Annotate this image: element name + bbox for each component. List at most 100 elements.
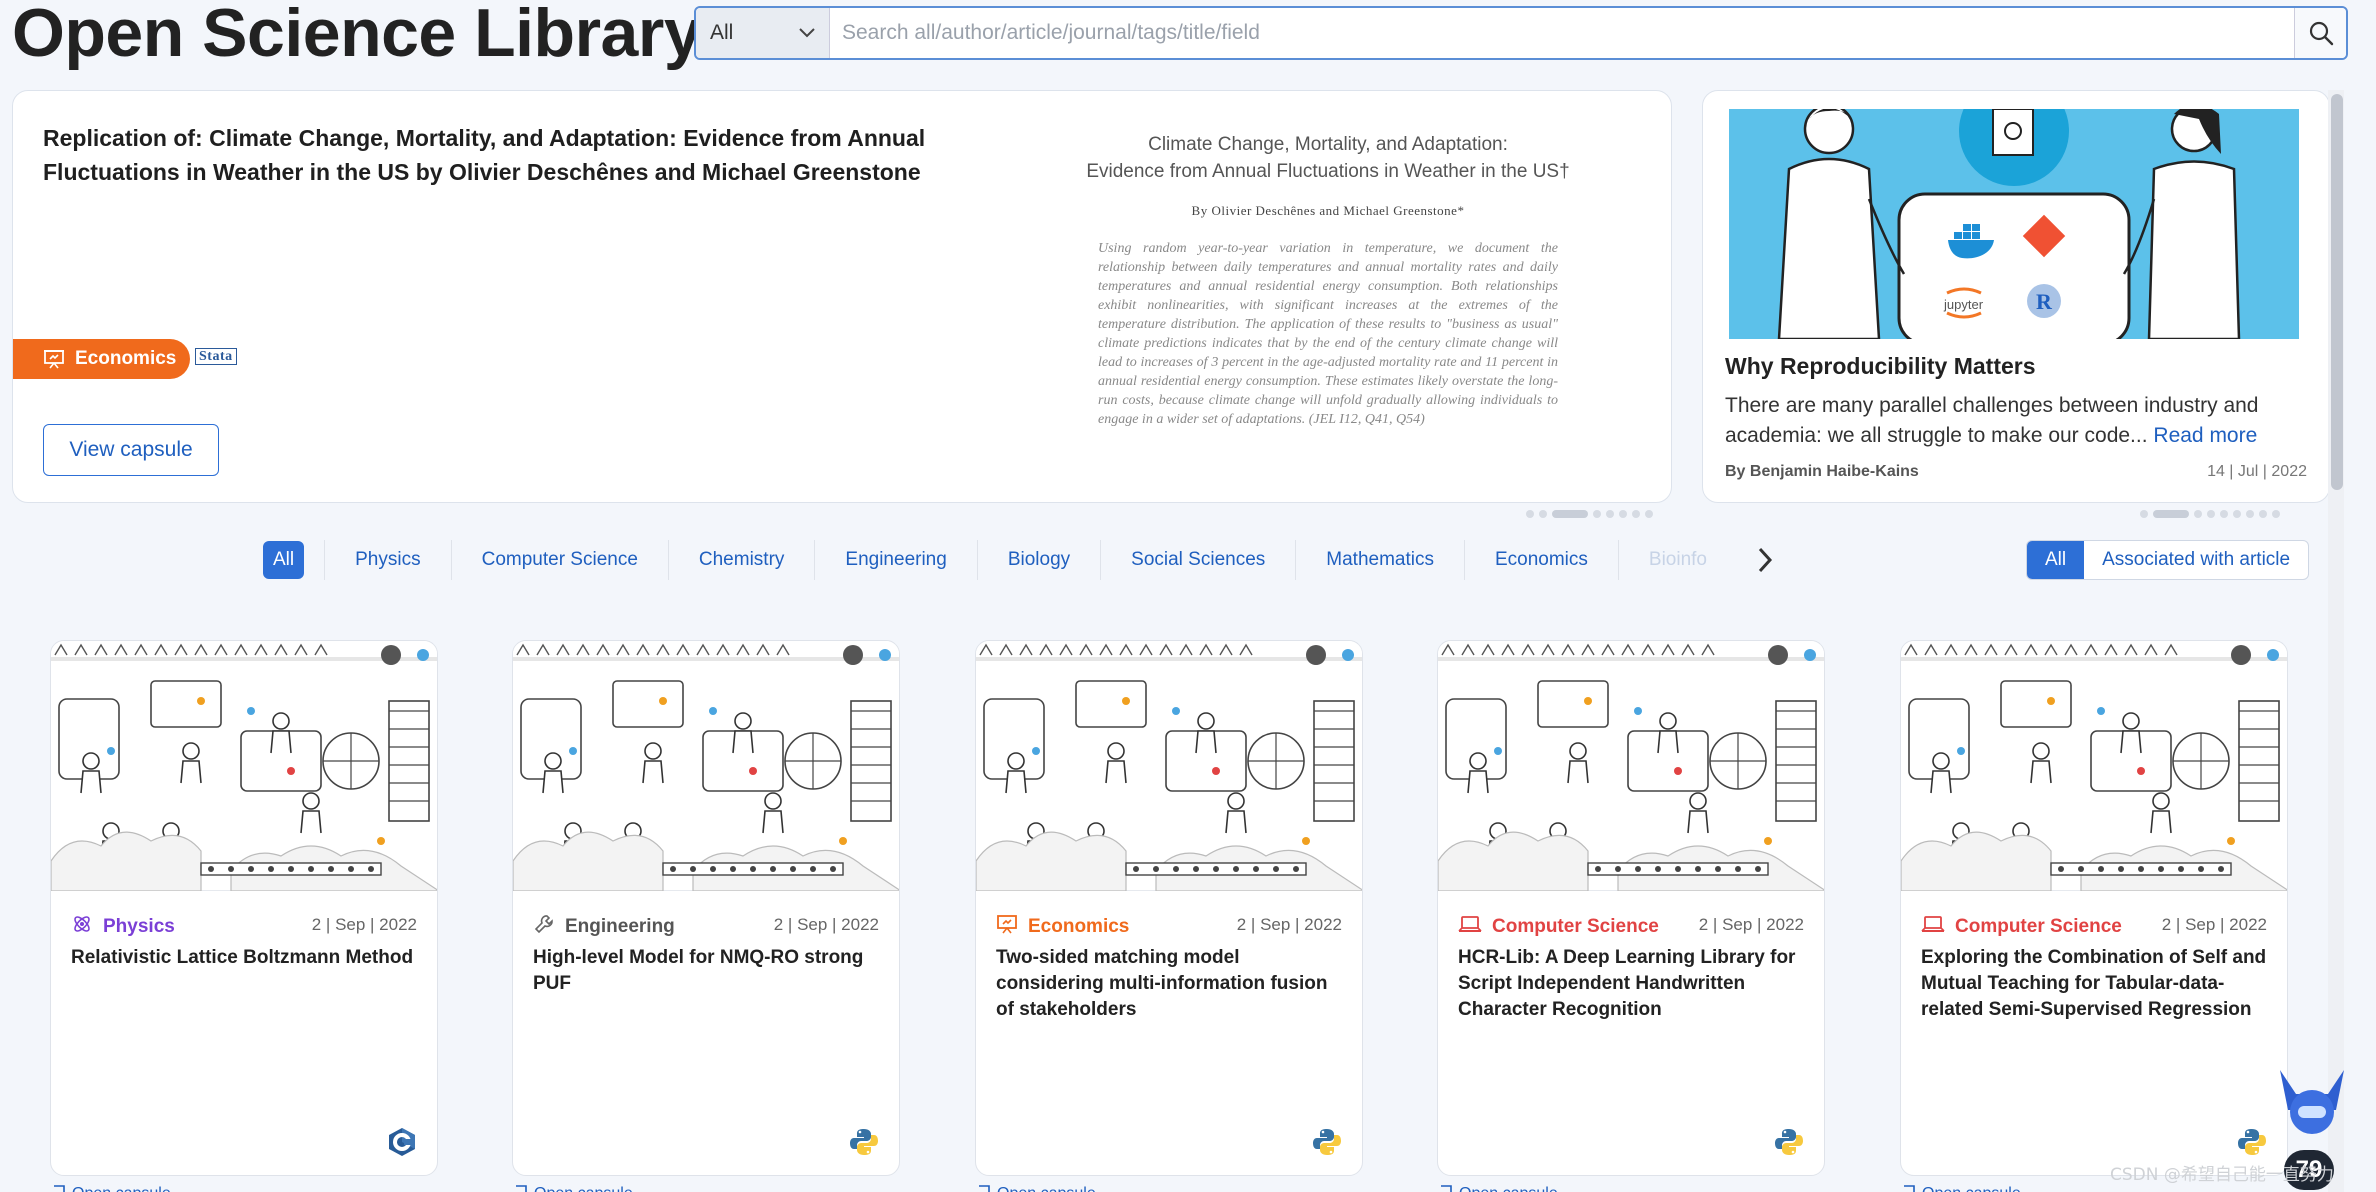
watermark: CSDN @希望自己能一直努力 [2110,1165,2334,1185]
tab-mathematics[interactable]: Mathematics [1295,540,1464,580]
capsule-title[interactable]: Exploring the Combination of Self and Mu… [1921,945,2271,1023]
search-scope-value: All [710,21,734,44]
capsule-card[interactable]: Computer Science 2 | Sep | 2022 HCR-Lib: A… [1437,640,1825,1176]
blog-title[interactable]: Why Reproducibility Matters [1725,353,2036,380]
tab-bioinformatics[interactable]: Bioinfo [1617,540,1707,580]
open-capsule-link[interactable]: Open capsule [52,1184,171,1192]
carousel-dot[interactable] [1619,510,1627,518]
search-scope-select[interactable]: All [696,8,830,58]
atom-icon [71,913,93,941]
chevron-right-icon[interactable] [1756,546,1774,574]
paper-authors: By Olivier Deschênes and Michael Greenst… [1191,203,1465,218]
tab-engineering[interactable]: Engineering [814,540,976,580]
external-link-icon [1439,1184,1453,1192]
external-link-icon [514,1184,528,1192]
tab-chemistry[interactable]: Chemistry [667,540,815,580]
capsule-illustration [1438,641,1824,892]
external-link-icon [52,1184,66,1192]
featured-title[interactable]: Replication of: Climate Change, Mortalit… [43,121,993,189]
capsule-illustration [1901,641,2287,892]
capsule-illustration [976,641,1362,892]
c-icon [387,1127,417,1157]
carousel-dot[interactable] [1526,510,1534,518]
featured-field-label: Economics [75,348,177,369]
featured-field-tag: Economics [13,339,191,379]
stata-logo: Stata [195,348,237,365]
carousel-dot[interactable] [2194,510,2202,518]
capsule-field: Computer Science [1458,913,1659,941]
capsule-title[interactable]: HCR-Lib: A Deep Learning Library for Scr… [1458,945,1808,1023]
carousel-dot[interactable] [2207,510,2215,518]
search-input[interactable] [830,8,2294,58]
tab-computer-science[interactable]: Computer Science [450,540,668,580]
carousel-dot[interactable] [1645,510,1653,518]
scrollbar-thumb[interactable] [2331,94,2343,490]
view-capsule-button[interactable]: View capsule [43,424,219,476]
tab-social-sciences[interactable]: Social Sciences [1100,540,1295,580]
featured-capsule: Replication of: Climate Change, Mortalit… [12,90,1672,503]
search-icon [2309,21,2333,46]
capsule-card[interactable]: Physics 2 | Sep | 2022 Relativistic Lattic… [50,640,438,1176]
open-capsule-label: Open capsule [1922,1185,2021,1192]
paper-preview: Climate Change, Mortality, and Adaptatio… [1058,131,1598,491]
carousel-dot[interactable] [1632,510,1640,518]
blog-date: 14 | Jul | 2022 [2207,463,2307,480]
tab-all[interactable]: All [263,541,305,579]
capsule-title[interactable]: Relativistic Lattice Boltzmann Method [71,945,421,971]
capsule-field: Engineering [533,913,675,941]
blog-author: By Benjamin Haibe-Kains [1725,463,1919,480]
capsule-illustration [513,641,899,892]
capsule-card[interactable]: Computer Science 2 | Sep | 2022 Exploring … [1900,640,2288,1176]
carousel-dot[interactable] [2140,510,2148,518]
carousel-dot[interactable] [1593,510,1601,518]
search-button[interactable] [2294,8,2346,58]
tab-economics[interactable]: Economics [1463,540,1618,580]
carousel-dot[interactable] [1539,510,1547,518]
svg-text:jupyter: jupyter [1943,297,1984,312]
open-capsule-label: Open capsule [534,1185,633,1192]
capsule-field: Economics [996,913,1129,941]
carousel-dot[interactable] [2220,510,2228,518]
blog-card[interactable]: jupyter R Why Reproducibility Matters Th… [1702,90,2330,503]
capsule-date: 2 | Sep | 2022 [1698,915,1804,934]
presentation-icon [44,350,64,369]
open-capsule-label: Open capsule [72,1185,171,1192]
carousel-dot[interactable] [2259,510,2267,518]
open-capsule-link[interactable]: Open capsule [1439,1184,1558,1192]
open-capsule-link[interactable]: Open capsule [1902,1184,2021,1192]
capsule-title[interactable]: High-level Model for NMQ-RO strong PUF [533,945,883,997]
carousel-dot[interactable] [1606,510,1614,518]
capsule-field: Physics [71,913,175,941]
carousel-dot-active[interactable] [1552,510,1588,518]
capsule-card[interactable]: Engineering 2 | Sep | 2022 High-level Mode… [512,640,900,1176]
paper-abstract: Using random year-to-year variation in t… [1098,241,1558,427]
open-capsule-label: Open capsule [1459,1185,1558,1192]
blog-carousel-dots [2140,510,2280,518]
capsule-field: Computer Science [1921,913,2122,941]
laptop-icon [1458,913,1482,941]
external-link-icon [977,1184,991,1192]
capsule-title[interactable]: Two-sided matching model considering mul… [996,945,1346,1023]
capsule-field-label: Computer Science [1492,916,1659,937]
reproducibility-illustration: jupyter R [1729,109,2299,339]
open-capsule-link[interactable]: Open capsule [514,1184,633,1192]
capsule-field-label: Physics [103,916,175,937]
association-with-article[interactable]: Associated with article [2084,541,2308,579]
carousel-dot[interactable] [2233,510,2241,518]
capsule-card[interactable]: Economics 2 | Sep | 2022 Two-sided matchin… [975,640,1363,1176]
carousel-dot-active[interactable] [2153,510,2189,518]
association-all[interactable]: All [2027,541,2085,579]
wrench-icon [533,913,555,941]
field-filter-tabs: All Physics Computer Science Chemistry E… [263,540,1707,580]
capsule-date: 2 | Sep | 2022 [311,915,417,934]
open-capsule-link[interactable]: Open capsule [977,1184,1096,1192]
carousel-dot[interactable] [2272,510,2280,518]
paper-title-line1: Climate Change, Mortality, and Adaptatio… [1148,134,1508,155]
read-more-link[interactable]: Read more [2153,424,2257,447]
blog-excerpt: There are many parallel challenges betwe… [1725,391,2315,451]
tab-biology[interactable]: Biology [976,540,1100,580]
carousel-dot[interactable] [2246,510,2254,518]
python-icon [1774,1127,1804,1157]
tab-physics[interactable]: Physics [324,540,450,580]
app-title: Open Science Library [12,0,702,71]
